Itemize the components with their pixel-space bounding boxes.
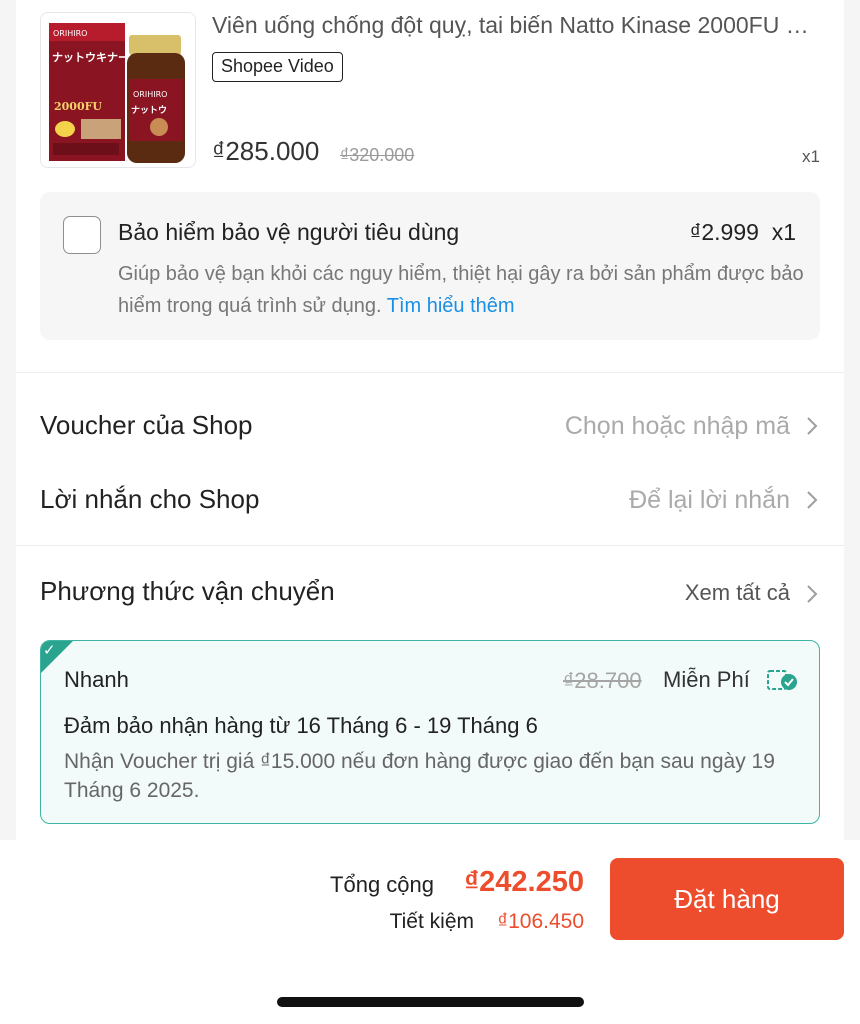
shopee-video-badge: Shopee Video <box>212 52 343 82</box>
insurance-price: ₫2.999 x1 <box>690 219 796 246</box>
shipping-option-card[interactable]: ✓ Nhanh ₫28.700 Miễn Phí Đảm bảo nhận hà… <box>40 640 820 824</box>
total-amount: ₫242.250 <box>464 866 584 898</box>
insurance-box: Bảo hiểm bảo vệ người tiêu dùng ₫2.999 x… <box>40 192 820 340</box>
home-indicator[interactable] <box>277 997 584 1007</box>
shop-voucher-label: Voucher của Shop <box>40 410 253 440</box>
shop-voucher-placeholder: Chọn hoặc nhập mã <box>564 412 790 440</box>
product-quantity: x1 <box>802 147 820 166</box>
insurance-learn-more-link[interactable]: Tìm hiểu thêm <box>387 295 515 317</box>
insurance-title: Bảo hiểm bảo vệ người tiêu dùng <box>118 219 460 245</box>
delivery-guarantee: Đảm bảo nhận hàng từ 16 Tháng 6 - 19 Thá… <box>64 713 538 738</box>
free-shipping-voucher-icon <box>767 670 797 690</box>
chevron-right-icon <box>807 585 818 603</box>
product-title[interactable]: Viên uống chống đột quỵ, tai biến Natto … <box>212 12 824 39</box>
checkout-footer: Tổng cộng ₫242.250 Tiết kiệm ₫106.450 Đặ… <box>0 840 860 1024</box>
place-order-button[interactable]: Đặt hàng <box>610 858 844 940</box>
insurance-quantity: x1 <box>771 219 796 245</box>
chevron-right-icon <box>807 417 818 435</box>
product-thumbnail[interactable]: ORIHIRO ナットウキナーゼ 2000FU ORIHIRO ナットウ <box>40 12 196 168</box>
total-label: Tổng cộng <box>330 872 434 897</box>
insurance-price-value: ₫2.999 <box>689 219 759 245</box>
shipping-original-fee: ₫28.700 <box>563 668 642 693</box>
shipping-see-all-link[interactable]: Xem tất cả <box>685 580 790 606</box>
product-image-icon: ORIHIRO ナットウキナーゼ 2000FU ORIHIRO ナットウ <box>41 13 195 167</box>
svg-text:ナットウ: ナットウ <box>131 105 167 116</box>
shipping-option-name: Nhanh <box>64 667 129 692</box>
shipping-fee: Miễn Phí <box>663 667 750 692</box>
product-original-price: ₫320.000 <box>340 145 415 165</box>
shipping-method-title: Phương thức vận chuyển <box>40 576 335 606</box>
chevron-right-icon <box>807 491 818 509</box>
late-delivery-voucher-note: Nhận Voucher trị giá ₫15.000 nếu đơn hàn… <box>64 750 775 802</box>
svg-text:ORIHIRO: ORIHIRO <box>133 90 167 99</box>
shop-message-input[interactable]: Để lại lời nhắn <box>629 486 790 515</box>
checkmark-icon: ✓ <box>43 642 56 659</box>
divider <box>16 545 844 546</box>
shop-voucher-row[interactable]: Voucher của Shop Chọn hoặc nhập mã <box>40 404 820 444</box>
checkout-card: ORIHIRO ナットウキナーゼ 2000FU ORIHIRO ナットウ Viê… <box>16 0 844 840</box>
saving-label: Tiết kiệm <box>389 910 474 933</box>
box-brand-text: ORIHIRO <box>53 29 87 38</box>
box-potency-text: 2000FU <box>54 100 102 113</box>
product-price: ₫285.000 <box>212 136 320 166</box>
divider <box>16 372 844 373</box>
insurance-checkbox[interactable] <box>63 216 101 254</box>
shop-message-label: Lời nhắn cho Shop <box>40 484 260 514</box>
saving-amount: ₫106.450 <box>497 910 584 933</box>
box-name-text: ナットウキナーゼ <box>52 50 140 64</box>
insurance-description: Giúp bảo vệ bạn khỏi các nguy hiểm, thiệ… <box>118 258 808 322</box>
shop-message-row[interactable]: Lời nhắn cho Shop Để lại lời nhắn <box>40 478 820 518</box>
